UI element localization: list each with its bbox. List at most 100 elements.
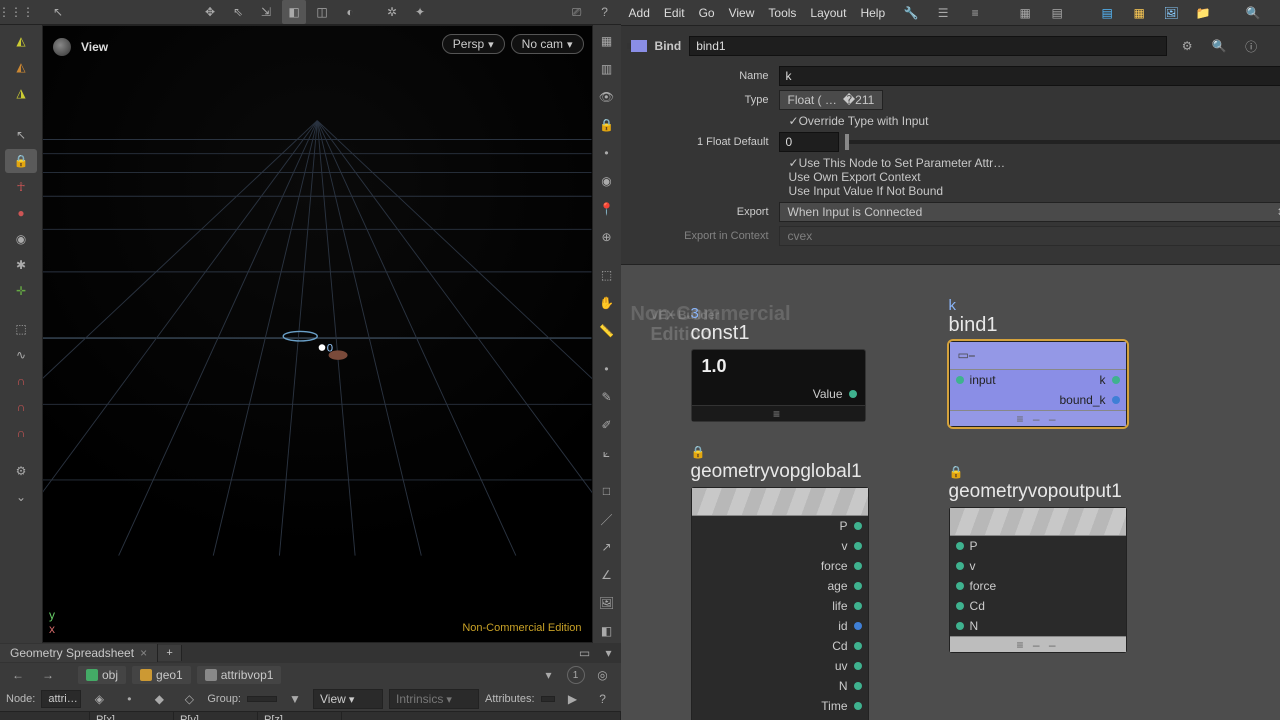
port-Time[interactable] (854, 702, 862, 710)
port-input[interactable] (956, 376, 964, 384)
port-k[interactable] (1112, 376, 1120, 384)
badge-1[interactable]: 1 (567, 666, 585, 684)
view-select[interactable]: View ▾ (313, 689, 383, 709)
dot2-icon[interactable]: • (591, 357, 623, 381)
menu-add[interactable]: Add (629, 6, 650, 20)
dot-icon[interactable]: • (591, 141, 623, 165)
target-icon[interactable]: ⊕ (591, 225, 623, 249)
chevron-icon[interactable]: ⌄ (5, 485, 37, 509)
handle-icon[interactable]: ✥ (198, 0, 222, 24)
override-checkbox[interactable]: ✓ (789, 114, 799, 128)
arr-icon[interactable]: ↗ (591, 535, 623, 559)
sq-icon[interactable]: □ (591, 479, 623, 503)
menu-go[interactable]: Go (699, 6, 715, 20)
gear-icon[interactable]: ⚙ (5, 459, 37, 483)
obj-icon[interactable]: ⬚ (5, 317, 37, 341)
sticky-icon[interactable]: ▦ (1127, 1, 1151, 25)
pick-icon[interactable]: ⇖ (226, 0, 250, 24)
menu-layout[interactable]: Layout (810, 6, 846, 20)
add-tab-button[interactable]: + (158, 645, 182, 661)
crumb-obj[interactable]: obj (78, 666, 126, 684)
pen2-icon[interactable]: ✐ (591, 413, 623, 437)
img-icon[interactable]: 🖼 (591, 591, 623, 615)
tri-orange-icon[interactable]: ◭ (5, 55, 37, 79)
hand-icon[interactable]: ✋ (591, 291, 623, 315)
target2-icon[interactable]: ◎ (591, 663, 615, 687)
pick2-icon[interactable]: ⬚ (591, 263, 623, 287)
port-P[interactable] (854, 522, 862, 530)
port-v[interactable] (854, 542, 862, 550)
node-footer[interactable]: ≡ – – (950, 636, 1126, 652)
type-dropdown[interactable]: Float ( … �211 (779, 90, 884, 110)
port-age[interactable] (854, 582, 862, 590)
menu-help[interactable]: Help (860, 6, 885, 20)
search-icon[interactable]: 🔍 (1241, 1, 1265, 25)
curve-icon[interactable]: ∿ (5, 343, 37, 367)
port-in-force[interactable] (956, 582, 964, 590)
list-icon[interactable]: ☰ (931, 1, 955, 25)
pin-icon[interactable]: 📍 (591, 197, 623, 221)
lock-icon[interactable]: 🔒 (5, 149, 37, 173)
export-dropdown[interactable]: When Input is Connected⇳ (779, 202, 1280, 222)
floatdef-slider[interactable] (845, 140, 1280, 144)
spark-icon[interactable]: ✱ (5, 253, 37, 277)
fx2-icon[interactable]: ✦ (408, 0, 432, 24)
parm-gear-icon[interactable]: ⚙ (1175, 34, 1199, 58)
wrench-icon[interactable]: 🔧 (899, 1, 923, 25)
camera-persp-pill[interactable]: Persp ▾ (442, 34, 505, 54)
node-footer[interactable]: ≡ (692, 405, 865, 421)
node-footer[interactable]: ≡ – – (950, 410, 1126, 426)
node-graph[interactable]: Non-Commercial VEX Builder Edition 3 con… (621, 265, 1280, 720)
grid3-icon[interactable]: ▦ (1013, 1, 1037, 25)
sphere2-icon[interactable]: ◉ (591, 169, 623, 193)
menu-edit[interactable]: Edit (664, 6, 685, 20)
port-in-v[interactable] (956, 562, 964, 570)
scale-icon[interactable]: ⇲ (254, 0, 278, 24)
port-id[interactable] (854, 622, 862, 630)
col-pz[interactable]: P[z] (258, 712, 342, 720)
col-py[interactable]: P[y] (174, 712, 258, 720)
node-bind1[interactable]: k bind1 ▭⎯ input k bound_k ≡ – – (949, 297, 1127, 427)
parm-info-icon[interactable]: ⓘ (1239, 34, 1263, 58)
ss-i3-icon[interactable]: ◆ (147, 687, 171, 711)
note-icon[interactable]: ▤ (1095, 1, 1119, 25)
para-icon[interactable]: ≡ (963, 1, 987, 25)
pane-max-icon[interactable]: ▭ (573, 641, 597, 665)
tri-yellow-icon[interactable]: ◭ (5, 29, 37, 53)
grp-icon[interactable]: ▥ (591, 57, 623, 81)
shaded-cube-icon[interactable]: ◧ (282, 0, 306, 24)
ss-i4-icon[interactable]: ◇ (177, 687, 201, 711)
port-in-N[interactable] (956, 622, 964, 630)
crumb-dropdown-icon[interactable]: ▾ (537, 663, 561, 687)
attrib-field[interactable] (541, 696, 555, 702)
node-field[interactable]: attri… (41, 690, 81, 708)
node-const1[interactable]: 3 const1 1.0 Value ≡ (691, 305, 866, 422)
port-N[interactable] (854, 682, 862, 690)
folder-icon[interactable]: 📁 (1191, 1, 1215, 25)
port-in-Cd[interactable] (956, 602, 964, 610)
parm-search-icon[interactable]: 🔍 (1207, 34, 1231, 58)
name-field[interactable] (779, 66, 1280, 86)
help-icon[interactable]: ? (593, 0, 617, 24)
camera-select-pill[interactable]: No cam ▾ (511, 34, 584, 54)
port-in-P[interactable] (956, 542, 964, 550)
col-icon[interactable]: ◧ (591, 619, 623, 643)
port-uv[interactable] (854, 662, 862, 670)
gear2-icon[interactable]: ⚙ (1273, 1, 1280, 25)
filter-icon[interactable]: ▼ (283, 687, 307, 711)
menu-view[interactable]: View (729, 6, 755, 20)
pane-menu-icon[interactable]: ▾ (597, 641, 621, 665)
usenode-checkbox[interactable]: ✓ (789, 156, 799, 170)
magnet2-icon[interactable]: ∩ (5, 395, 37, 419)
ruler-icon[interactable]: 📏 (591, 319, 623, 343)
lock2-icon[interactable]: 🔒 (591, 113, 623, 137)
sphere-red-icon[interactable]: ● (5, 201, 37, 225)
port-force[interactable] (854, 562, 862, 570)
line-icon[interactable]: ／ (591, 507, 623, 531)
grid-menu-icon[interactable]: ⋮⋮⋮ (4, 0, 28, 24)
viewport[interactable]: 0 View Persp ▾ No cam ▾ Non-Commercial E… (42, 25, 593, 643)
cursor-arrow-icon[interactable]: ↖ (46, 0, 70, 24)
play-icon[interactable]: ▶ (561, 687, 585, 711)
select-arrow-icon[interactable]: ↖ (5, 123, 37, 147)
port-boundk[interactable] (1112, 396, 1120, 404)
